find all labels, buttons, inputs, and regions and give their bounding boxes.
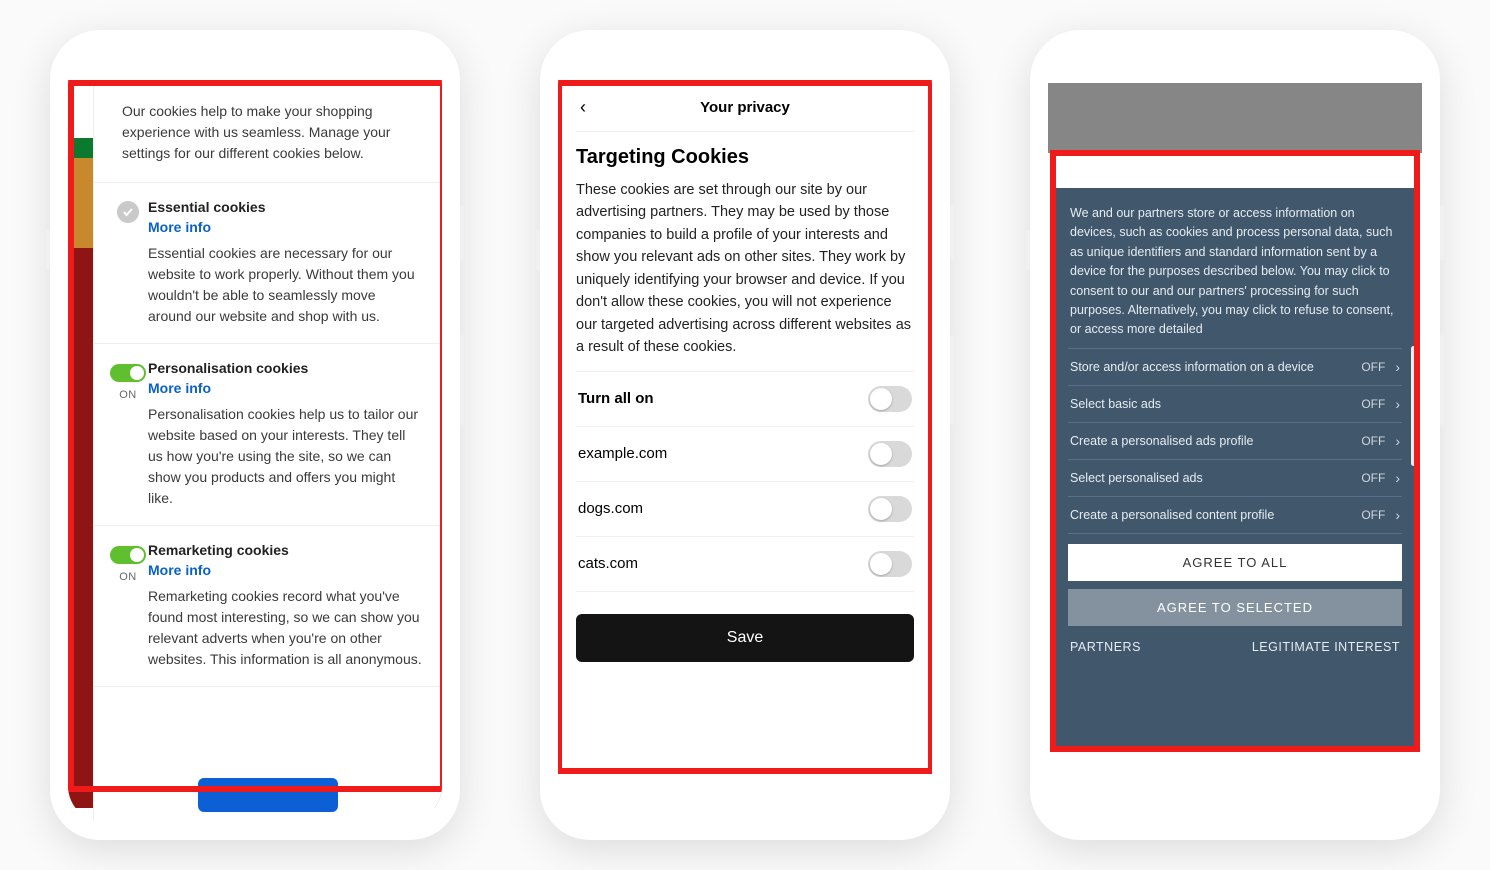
toggle-switch[interactable] (110, 364, 146, 382)
more-info-link[interactable]: More info (148, 219, 422, 235)
toggle-switch[interactable] (868, 496, 912, 522)
turn-all-on-row: Turn all on (576, 371, 914, 427)
toggle-switch[interactable] (868, 441, 912, 467)
cookie-title: Personalisation cookies (148, 360, 422, 376)
agree-all-button[interactable]: AGREE TO ALL (1068, 544, 1402, 581)
partners-link[interactable]: PARTNERS (1070, 640, 1141, 654)
toggle-switch[interactable] (110, 546, 146, 564)
purpose-list: Store and/or access information on a dev… (1068, 348, 1402, 534)
consent-panel: We and our partners store or access info… (1054, 188, 1416, 747)
check-icon (117, 201, 139, 223)
state-off-label: OFF (1361, 434, 1385, 448)
agree-selected-button[interactable]: AGREE TO SELECTED (1068, 589, 1402, 626)
cookie-title: Remarketing cookies (148, 542, 422, 558)
chevron-right-icon: › (1395, 359, 1400, 375)
cookie-desc: Essential cookies are necessary for our … (148, 243, 422, 327)
state-off-label: OFF (1361, 397, 1385, 411)
purpose-row[interactable]: Create a personalised content profile OF… (1068, 497, 1402, 534)
cookie-item-essential: Essential cookies More info Essential co… (94, 183, 442, 344)
intro-text: Our cookies help to make your shopping e… (94, 83, 442, 183)
more-info-link[interactable]: More info (148, 380, 422, 396)
purpose-label: Store and/or access information on a dev… (1070, 360, 1361, 374)
phone-mockup-3: We and our partners store or access info… (1030, 30, 1440, 840)
save-button[interactable] (198, 778, 338, 812)
back-icon[interactable]: ‹ (580, 97, 586, 118)
purpose-label: Select personalised ads (1070, 471, 1361, 485)
chevron-right-icon: › (1395, 470, 1400, 486)
more-info-link[interactable]: More info (148, 562, 422, 578)
domain-label: example.com (578, 445, 667, 462)
cookie-item-personalisation: ON Personalisation cookies More info Per… (94, 344, 442, 526)
turn-all-on-label: Turn all on (578, 390, 654, 407)
purpose-row[interactable]: Create a personalised ads profile OFF › (1068, 423, 1402, 460)
top-gray-bar (1048, 83, 1422, 153)
header-title: Your privacy (700, 99, 790, 116)
phone-mockup-1: Our cookies help to make your shopping e… (50, 30, 460, 840)
domain-label: dogs.com (578, 500, 643, 517)
chevron-right-icon: › (1395, 396, 1400, 412)
phone-mockup-2: ‹ Your privacy Targeting Cookies These c… (540, 30, 950, 840)
cookie-desc: Personalisation cookies help us to tailo… (148, 404, 422, 509)
section-heading: Targeting Cookies (576, 146, 914, 169)
legitimate-interest-link[interactable]: LEGITIMATE INTEREST (1252, 640, 1400, 654)
save-button[interactable]: Save (576, 614, 914, 662)
purpose-label: Create a personalised ads profile (1070, 434, 1361, 448)
cookie-item-remarketing: ON Remarketing cookies More info Remarke… (94, 526, 442, 687)
section-description: These cookies are set through our site b… (576, 179, 914, 359)
state-off-label: OFF (1361, 471, 1385, 485)
toggle-state-label: ON (108, 571, 148, 583)
toggle-switch[interactable] (868, 386, 912, 412)
toggle-state-label: ON (108, 389, 148, 401)
state-off-label: OFF (1361, 508, 1385, 522)
scrollbar[interactable] (1411, 346, 1416, 466)
purpose-label: Create a personalised content profile (1070, 508, 1361, 522)
cookie-settings-panel: Our cookies help to make your shopping e… (93, 83, 442, 822)
cookie-title: Essential cookies (148, 199, 422, 215)
domain-row: example.com (576, 427, 914, 482)
chevron-right-icon: › (1395, 433, 1400, 449)
toggle-switch[interactable] (868, 551, 912, 577)
cookie-desc: Remarketing cookies record what you've f… (148, 586, 422, 670)
purpose-label: Select basic ads (1070, 397, 1361, 411)
state-off-label: OFF (1361, 360, 1385, 374)
chevron-right-icon: › (1395, 507, 1400, 523)
domain-label: cats.com (578, 555, 638, 572)
dialog-header: ‹ Your privacy (576, 83, 914, 132)
domain-row: cats.com (576, 537, 914, 592)
domain-row: dogs.com (576, 482, 914, 537)
consent-intro: We and our partners store or access info… (1068, 202, 1402, 340)
purpose-row[interactable]: Select personalised ads OFF › (1068, 460, 1402, 497)
purpose-row[interactable]: Select basic ads OFF › (1068, 386, 1402, 423)
purpose-row[interactable]: Store and/or access information on a dev… (1068, 349, 1402, 386)
